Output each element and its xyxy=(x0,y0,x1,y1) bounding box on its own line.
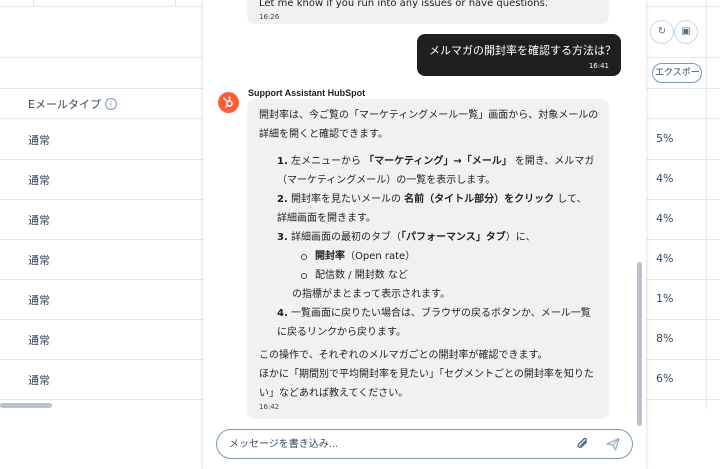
step-text: 左メニューから xyxy=(290,156,365,167)
rate-cell: 4% xyxy=(656,252,674,265)
rate-cell: 4% xyxy=(656,172,674,185)
bot-closing-text-2: ほかに「期間別で平均開封率を見たい」「セグメントごとの開封率を知りたい」などあれ… xyxy=(259,369,594,399)
message-composer xyxy=(216,429,633,459)
email-type-cell: 通常 xyxy=(28,174,50,187)
rate-cell: 5% xyxy=(656,132,674,145)
rate-cell: 8% xyxy=(656,332,674,345)
step-bold-text: 名前（タイトル部分）をクリック xyxy=(404,194,555,205)
email-type-cell: 通常 xyxy=(28,254,50,267)
step-item: 4. 一覧画面に戻りたい場合は、ブラウザの戻るボタンか、メール一覧に戻るリンクか… xyxy=(277,304,595,342)
refresh-icon[interactable]: ↻ xyxy=(650,20,674,44)
paperclip-icon[interactable] xyxy=(575,436,591,452)
sub-list: 開封率（Open rate） 配信数 / 開封数 など xyxy=(277,247,595,285)
step-number: 1. xyxy=(277,156,288,167)
panel-edge xyxy=(706,0,707,410)
step-text: 一覧画面に戻りたい場合は、ブラウザの戻るボタンか、メール一覧に戻るリンクから戻り… xyxy=(277,308,591,338)
step-number: 4. xyxy=(277,308,288,319)
bot-answer-message: 開封率は、今ご覧の「マーケティングメール一覧」画面から、対象メールの詳細を開くと… xyxy=(247,99,609,419)
bot-sender-name: Support Assistant HubSpot xyxy=(248,88,366,98)
column-header-email-type[interactable]: Eメールタイプ i xyxy=(28,96,117,112)
rate-cell: 6% xyxy=(656,372,674,385)
sub-list-item: 開封率（Open rate） xyxy=(299,247,595,266)
column-header-label: Eメールタイプ xyxy=(28,98,101,111)
message-input[interactable] xyxy=(229,436,559,452)
save-icon[interactable]: ▣ xyxy=(674,20,698,44)
step-bold-text: 「マーケティング」→「メール」 xyxy=(364,156,512,167)
step-text: 開封率を見たいメールの xyxy=(290,194,405,205)
email-type-cell: 通常 xyxy=(28,374,50,387)
user-message-time: 16:41 xyxy=(588,62,609,70)
step-bold-text: 「パフォーマンス」タブ xyxy=(400,232,506,243)
previous-message-text: Let me know if you run into any issues o… xyxy=(259,0,549,9)
email-type-cell: 通常 xyxy=(28,334,50,347)
send-icon[interactable] xyxy=(605,436,621,452)
export-label: エクスポート xyxy=(655,68,701,78)
previous-bot-message: Let me know if you run into any issues o… xyxy=(247,0,609,24)
horizontal-scrollbar[interactable] xyxy=(0,403,52,408)
steps-list: 1. 左メニューから 「マーケティング」→「メール」 を開き、メルマガ（マーケテ… xyxy=(277,152,595,342)
step-text: ）に、 xyxy=(505,232,536,243)
user-message: メルマガの開封率を確認する方法は？ 16:41 xyxy=(417,34,621,76)
email-type-cell: 通常 xyxy=(28,134,50,147)
step-item: 3. 詳細画面の最初のタブ（「パフォーマンス」タブ）に、 xyxy=(277,228,595,247)
email-type-cell: 通常 xyxy=(28,294,50,307)
rate-cell: 1% xyxy=(656,292,674,305)
email-type-cell: 通常 xyxy=(28,214,50,227)
user-message-text: メルマガの開封率を確認する方法は？ xyxy=(429,44,616,57)
sub-list-item: 配信数 / 開封数 など xyxy=(299,266,595,285)
chat-scrollbar[interactable] xyxy=(637,262,642,426)
chat-panel: Let me know if you run into any issues o… xyxy=(203,0,646,469)
sub-after-text: の指標がまとまって表示されます。 xyxy=(292,289,451,300)
previous-message-time: 16:26 xyxy=(259,13,280,21)
hubspot-logo-icon xyxy=(218,92,239,113)
rate-cell: 4% xyxy=(656,212,674,225)
info-icon[interactable]: i xyxy=(104,98,117,110)
bot-message-time: 16:42 xyxy=(259,403,280,411)
step-text: 詳細画面の最初のタブ（ xyxy=(290,232,401,243)
bot-intro-text: 開封率は、今ご覧の「マーケティングメール一覧」画面から、対象メールの詳細を開くと… xyxy=(259,110,599,140)
step-number: 2. xyxy=(277,194,288,205)
step-number: 3. xyxy=(277,232,288,243)
step-item: 2. 開封率を見たいメールの 名前（タイトル部分）をクリック して、詳細画面を開… xyxy=(277,190,595,228)
export-button[interactable]: エクスポート xyxy=(652,63,702,83)
sub-item-text: 配信数 / 開封数 など xyxy=(315,270,408,281)
bot-closing-text-1: この操作で、それぞれのメルマガごとの開封率が確認できます。 xyxy=(259,350,548,361)
sub-item-bold: 開封率 xyxy=(315,251,345,262)
sub-item-text: （Open rate） xyxy=(345,251,416,262)
step-item: 1. 左メニューから 「マーケティング」→「メール」 を開き、メルマガ（マーケテ… xyxy=(277,152,595,190)
